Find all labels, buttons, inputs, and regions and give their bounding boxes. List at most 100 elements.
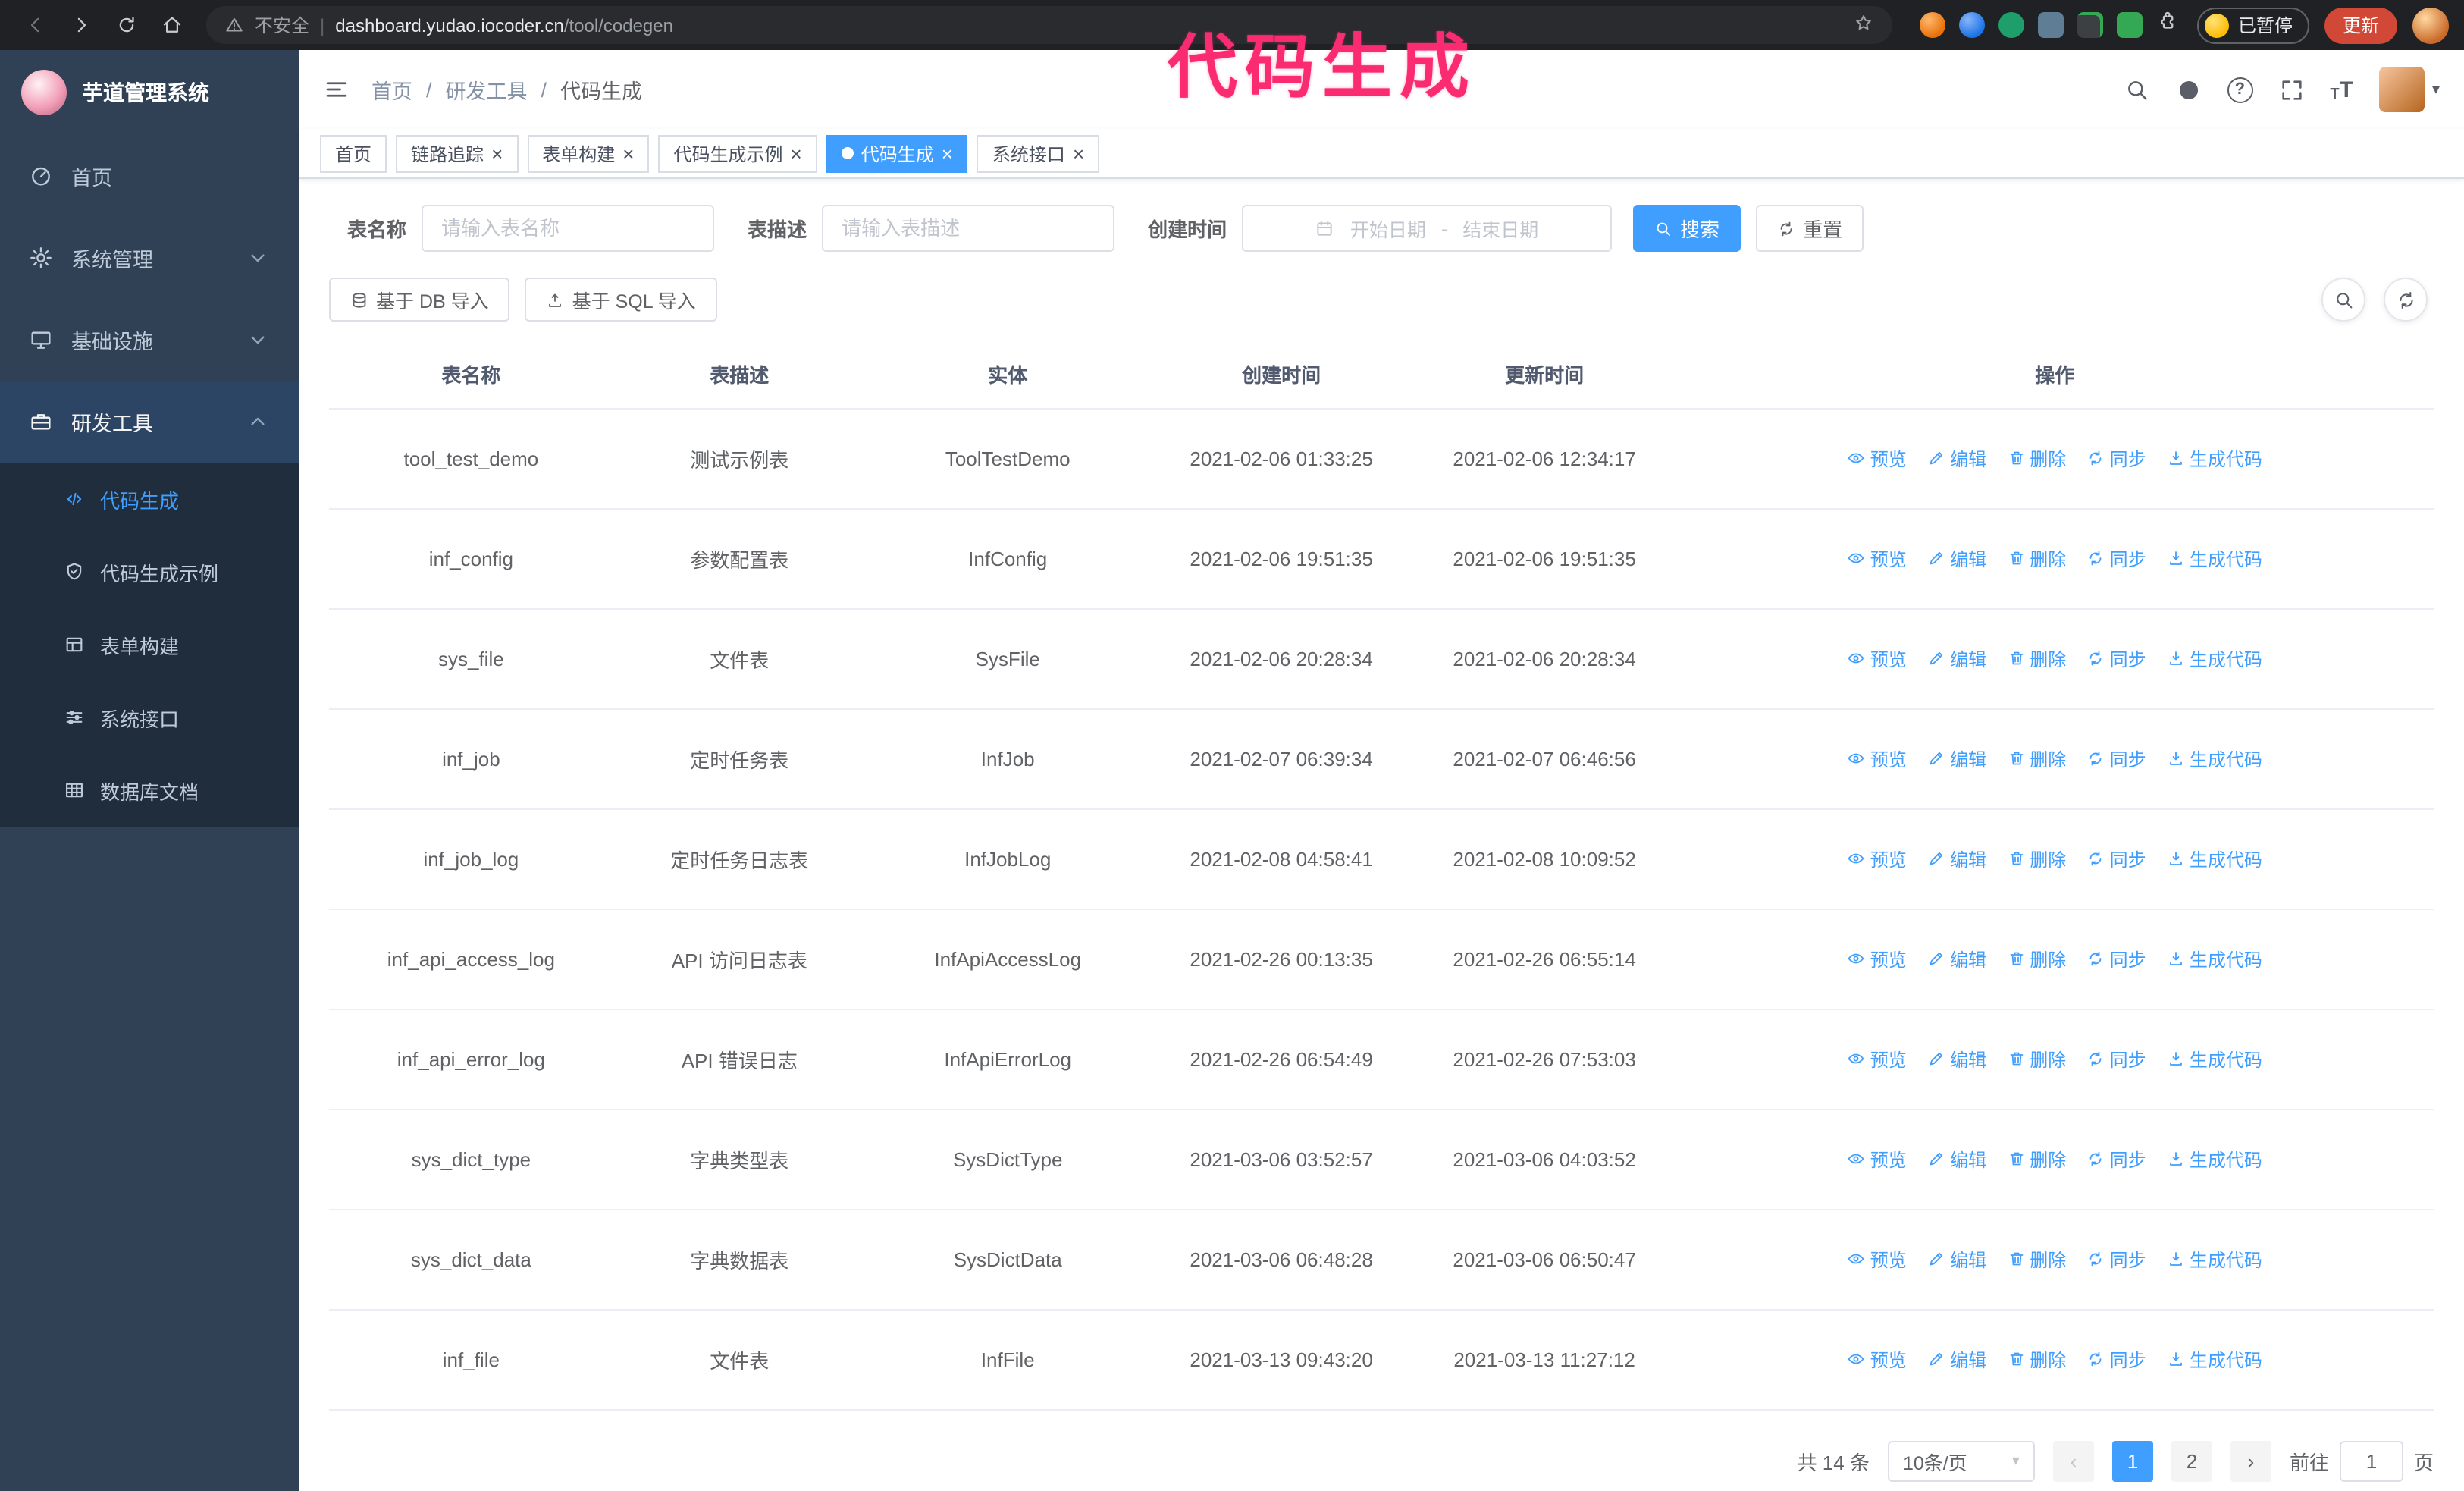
close-icon[interactable]: ×	[791, 143, 802, 163]
sync-link[interactable]: 同步	[2087, 1147, 2146, 1172]
edit-link[interactable]: 编辑	[1927, 1247, 1986, 1273]
user-menu[interactable]: ▾	[2378, 67, 2440, 112]
generate-code-link[interactable]: 生成代码	[2167, 746, 2262, 772]
sidebar-item-system[interactable]: 系统管理	[0, 217, 299, 299]
submenu-item-codegen[interactable]: 代码生成	[0, 463, 299, 535]
browser-update-button[interactable]: 更新	[2324, 7, 2397, 43]
close-icon[interactable]: ×	[942, 143, 953, 163]
sidebar-item-devtools[interactable]: 研发工具	[0, 381, 299, 463]
edit-link[interactable]: 编辑	[1927, 1147, 1986, 1172]
edit-link[interactable]: 编辑	[1927, 446, 1986, 472]
search-button[interactable]: 搜索	[1633, 205, 1741, 252]
back-icon[interactable]	[15, 5, 55, 45]
breadcrumb-item-devtools[interactable]: 研发工具	[446, 74, 528, 105]
sidebar-item-infra[interactable]: 基础设施	[0, 299, 299, 381]
bookmark-star-icon[interactable]	[1853, 12, 1874, 38]
generate-code-link[interactable]: 生成代码	[2167, 1047, 2262, 1072]
tab-codegen[interactable]: 代码生成 ×	[826, 134, 968, 172]
tab-form-builder[interactable]: 表单构建 ×	[527, 134, 650, 172]
delete-link[interactable]: 删除	[2007, 946, 2066, 972]
refresh-table-button[interactable]	[2384, 278, 2428, 322]
github-icon[interactable]	[2175, 77, 2201, 102]
paused-badge[interactable]: 已暂停	[2196, 7, 2309, 43]
address-bar[interactable]: 不安全 | dashboard.yudao.iocoder.cn/tool/co…	[206, 6, 1892, 44]
sync-link[interactable]: 同步	[2087, 646, 2146, 672]
extension-icon[interactable]	[1998, 12, 2024, 38]
prev-page-button[interactable]: ‹	[2052, 1441, 2094, 1482]
breadcrumb-item-home[interactable]: 首页	[371, 74, 412, 105]
reload-icon[interactable]	[106, 5, 146, 45]
tab-trace[interactable]: 链路追踪 ×	[396, 134, 519, 172]
sync-link[interactable]: 同步	[2087, 1047, 2146, 1072]
delete-link[interactable]: 删除	[2007, 1247, 2066, 1273]
edit-link[interactable]: 编辑	[1927, 846, 1986, 872]
sync-link[interactable]: 同步	[2087, 546, 2146, 572]
search-icon[interactable]	[2124, 77, 2149, 102]
sync-link[interactable]: 同步	[2087, 846, 2146, 872]
extension-icon[interactable]	[2116, 12, 2143, 38]
preview-link[interactable]: 预览	[1848, 846, 1907, 872]
submenu-item-db-doc[interactable]: 数据库文档	[0, 754, 299, 827]
date-range-picker[interactable]: 开始日期 - 结束日期	[1242, 205, 1613, 252]
tab-home[interactable]: 首页	[320, 134, 387, 172]
delete-link[interactable]: 删除	[2007, 646, 2066, 672]
generate-code-link[interactable]: 生成代码	[2167, 1347, 2262, 1373]
forward-icon[interactable]	[61, 5, 100, 45]
delete-link[interactable]: 删除	[2007, 746, 2066, 772]
sync-link[interactable]: 同步	[2087, 1247, 2146, 1273]
close-icon[interactable]: ×	[1073, 143, 1084, 163]
generate-code-link[interactable]: 生成代码	[2167, 646, 2262, 672]
import-sql-button[interactable]: 基于 SQL 导入	[525, 278, 717, 322]
help-icon[interactable]: ?	[2227, 77, 2253, 102]
tab-api[interactable]: 系统接口 ×	[977, 134, 1100, 172]
table-desc-input[interactable]	[822, 205, 1115, 252]
generate-code-link[interactable]: 生成代码	[2167, 946, 2262, 972]
preview-link[interactable]: 预览	[1848, 446, 1907, 472]
next-page-button[interactable]: ›	[2230, 1441, 2271, 1482]
generate-code-link[interactable]: 生成代码	[2167, 846, 2262, 872]
reset-button[interactable]: 重置	[1756, 205, 1864, 252]
fullscreen-icon[interactable]	[2278, 77, 2304, 102]
sync-link[interactable]: 同步	[2087, 446, 2146, 472]
toggle-search-button[interactable]	[2321, 278, 2365, 322]
preview-link[interactable]: 预览	[1848, 1147, 1907, 1172]
edit-link[interactable]: 编辑	[1927, 546, 1986, 572]
edit-link[interactable]: 编辑	[1927, 1347, 1986, 1373]
edit-link[interactable]: 编辑	[1927, 646, 1986, 672]
delete-link[interactable]: 删除	[2007, 1047, 2066, 1072]
page-size-select[interactable]: 10条/页 ▾	[1887, 1441, 2035, 1482]
generate-code-link[interactable]: 生成代码	[2167, 446, 2262, 472]
extension-icon[interactable]	[1919, 12, 1945, 38]
submenu-item-form-builder[interactable]: 表单构建	[0, 608, 299, 681]
sync-link[interactable]: 同步	[2087, 946, 2146, 972]
delete-link[interactable]: 删除	[2007, 1147, 2066, 1172]
preview-link[interactable]: 预览	[1848, 746, 1907, 772]
sync-link[interactable]: 同步	[2087, 1347, 2146, 1373]
tab-codegen-example[interactable]: 代码生成示例 ×	[658, 134, 817, 172]
preview-link[interactable]: 预览	[1848, 946, 1907, 972]
sync-link[interactable]: 同步	[2087, 746, 2146, 772]
generate-code-link[interactable]: 生成代码	[2167, 546, 2262, 572]
delete-link[interactable]: 删除	[2007, 1347, 2066, 1373]
goto-page-input[interactable]	[2339, 1441, 2403, 1482]
delete-link[interactable]: 删除	[2007, 546, 2066, 572]
edit-link[interactable]: 编辑	[1927, 746, 1986, 772]
preview-link[interactable]: 预览	[1848, 646, 1907, 672]
sidebar-toggle-icon[interactable]	[323, 76, 350, 103]
close-icon[interactable]: ×	[491, 143, 503, 163]
sidebar-item-home[interactable]: 首页	[0, 135, 299, 217]
extension-icon[interactable]	[2077, 12, 2103, 38]
extension-icon[interactable]	[2037, 12, 2064, 38]
preview-link[interactable]: 预览	[1848, 1247, 1907, 1273]
preview-link[interactable]: 预览	[1848, 546, 1907, 572]
preview-link[interactable]: 预览	[1848, 1047, 1907, 1072]
delete-link[interactable]: 删除	[2007, 846, 2066, 872]
font-size-icon[interactable]: TT	[2330, 77, 2353, 102]
extension-icon[interactable]	[1958, 12, 1985, 38]
browser-profile-avatar[interactable]	[2412, 7, 2449, 43]
generate-code-link[interactable]: 生成代码	[2167, 1147, 2262, 1172]
import-db-button[interactable]: 基于 DB 导入	[329, 278, 510, 322]
extensions-puzzle-icon[interactable]	[2156, 10, 2179, 40]
edit-link[interactable]: 编辑	[1927, 946, 1986, 972]
edit-link[interactable]: 编辑	[1927, 1047, 1986, 1072]
